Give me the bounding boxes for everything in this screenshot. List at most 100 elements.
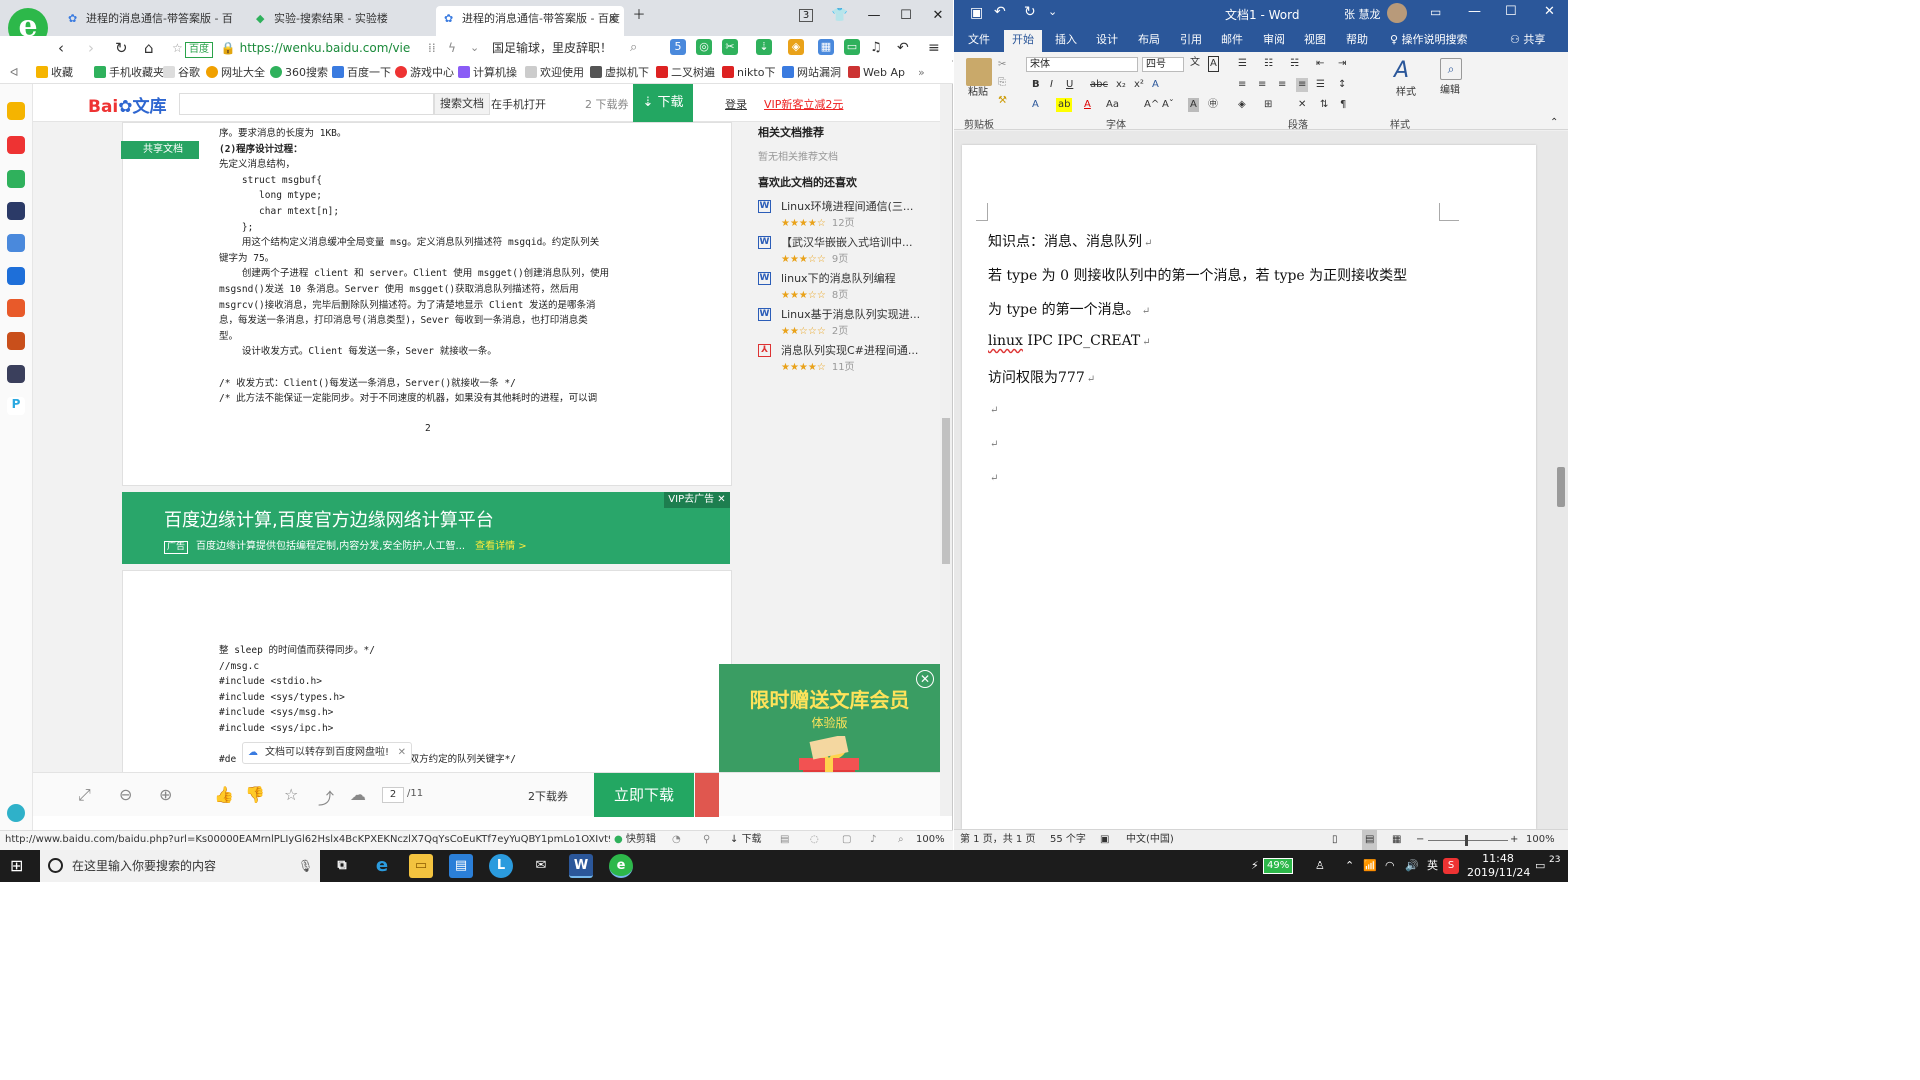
vip-offer-link[interactable]: VIP新客立减2元 — [764, 96, 843, 112]
fullscreen-icon[interactable]: ⤢ — [78, 785, 91, 805]
strikethrough-icon[interactable]: abc — [1090, 78, 1108, 92]
page-count[interactable]: 第 1 页，共 1 页 — [960, 830, 1035, 850]
shirt-icon[interactable]: 👕 — [826, 4, 854, 28]
zoom-in-icon[interactable]: + — [1510, 830, 1518, 850]
battery-indicator[interactable]: 49% — [1263, 858, 1294, 874]
zoom-in-icon[interactable]: ⊕ — [159, 785, 172, 804]
recommend-title[interactable]: 【武汉华嵌嵌入式培训中... — [781, 234, 931, 250]
favorites-icon[interactable] — [7, 102, 25, 120]
doc-line-1[interactable]: 知识点：消息、消息队列 ↵ — [988, 231, 1152, 251]
enclose-char-icon[interactable]: ㊥ — [1208, 98, 1218, 112]
tab-view[interactable]: 视图 — [1304, 32, 1326, 48]
task-view-icon[interactable]: ⧉ — [330, 854, 354, 878]
browser-scrollbar[interactable] — [940, 84, 952, 816]
pin-icon[interactable]: ⚲ — [703, 831, 710, 849]
bookmark-10[interactable]: 二叉树遍 — [656, 65, 715, 81]
show-marks-icon[interactable]: ¶ — [1340, 98, 1346, 112]
char-border-icon[interactable]: A — [1208, 56, 1219, 72]
collapse-ribbon-icon[interactable]: ⌃ — [1550, 116, 1558, 130]
read-mode-icon[interactable]: ▯ — [1332, 830, 1338, 850]
microphone-icon[interactable]: 🎙 — [298, 850, 313, 882]
shading-icon[interactable]: ◈ — [1238, 98, 1246, 112]
mail-icon[interactable] — [7, 170, 25, 188]
chinese-layout-icon[interactable]: ✕ — [1298, 98, 1306, 112]
tab-count-badge[interactable]: 3 — [792, 4, 820, 28]
change-case-icon[interactable]: Aa — [1106, 98, 1119, 112]
vip-remove-ad-button[interactable]: VIP去广告 ✕ — [664, 492, 730, 508]
tab-design[interactable]: 设计 — [1096, 32, 1118, 48]
sync-icon[interactable]: ◔ — [672, 831, 681, 849]
bookmark-3[interactable]: 网址大全 — [206, 65, 265, 81]
taskbar-search-box[interactable]: 在这里输入你要搜索的内容 🎙 — [40, 850, 320, 882]
doc-line-3[interactable]: 为 type 的第一个消息。 ↵ — [988, 299, 1150, 319]
phonetic-icon[interactable]: 文 — [1190, 56, 1200, 70]
wenku-logo[interactable]: Bai✿文库 — [88, 92, 167, 117]
network-icon[interactable]: 📶 — [1363, 850, 1377, 882]
tab-wenku-active[interactable]: ✿ 进程的消息通信-带答案版 - 百度 ✕ — [436, 6, 624, 36]
close-tab-icon[interactable]: ✕ — [608, 6, 618, 32]
person-icon[interactable]: ♙ — [1315, 850, 1325, 882]
char-shading-icon[interactable]: A — [1188, 98, 1199, 112]
login-link[interactable]: 登录 — [725, 96, 747, 112]
sort-icon[interactable]: ⇅ — [1320, 98, 1328, 112]
word-taskbar-icon[interactable]: W — [569, 854, 593, 878]
undo-icon[interactable]: ↶ — [994, 4, 1006, 20]
tab-insert[interactable]: 插入 — [1055, 32, 1077, 48]
dropdown-icon[interactable]: ⌄ — [470, 38, 479, 58]
superscript-icon[interactable]: x² — [1134, 78, 1144, 92]
zoom-out-icon[interactable]: − — [1416, 830, 1424, 850]
proofing-icon[interactable]: ▣ — [1100, 830, 1109, 850]
zoom-slider-thumb[interactable] — [1465, 835, 1468, 846]
page-input[interactable]: 2 — [382, 787, 404, 803]
close-window-button[interactable]: ✕ — [924, 4, 952, 28]
sogou-icon[interactable]: S — [1443, 858, 1459, 874]
document-page[interactable]: 知识点：消息、消息队列 ↵ 若 type 为 0 则接收队列中的第一个消息，若 t… — [962, 145, 1536, 829]
clock[interactable]: 11:48 2019/11/24 — [1467, 852, 1530, 880]
tab-review[interactable]: 审阅 — [1263, 32, 1285, 48]
recommend-item[interactable]: W Linux基于消息队列实现进... ★★☆☆☆ 2页 — [758, 306, 933, 340]
print-layout-icon[interactable]: ▤ — [1362, 830, 1378, 850]
bookmark-11[interactable]: nikto下 — [722, 65, 775, 81]
close-window-button[interactable]: ✕ — [1544, 4, 1555, 19]
ime-indicator[interactable]: 英 — [1427, 850, 1438, 882]
red-action-button[interactable] — [695, 773, 719, 817]
thumbs-up-icon[interactable]: 👍 — [214, 785, 234, 804]
status-download[interactable]: ↓ 下载 — [730, 831, 762, 849]
avatar[interactable] — [1387, 3, 1407, 23]
ribbon-options-icon[interactable]: ▭ — [1430, 5, 1441, 19]
apps-icon[interactable]: ▦ — [818, 39, 834, 55]
distributed-icon[interactable]: ☰ — [1316, 78, 1325, 92]
recommend-title[interactable]: Linux环境进程间通信(三... — [781, 198, 931, 214]
tab-help[interactable]: 帮助 — [1346, 32, 1368, 48]
wifi-icon[interactable]: ◠ — [1385, 850, 1395, 882]
paste-label[interactable]: 粘贴 — [968, 86, 988, 100]
maximize-button[interactable]: ☐ — [1505, 4, 1517, 19]
tab-wenku-1[interactable]: ✿ 进程的消息通信-带答案版 - 百度 — [60, 6, 232, 36]
tab-mailings[interactable]: 邮件 — [1221, 32, 1243, 48]
bookmark-9[interactable]: 虚拟机下 — [590, 65, 649, 81]
tab-file[interactable]: 文件 — [968, 32, 990, 48]
borders-icon[interactable]: ⊞ — [1264, 98, 1272, 112]
web-layout-icon[interactable]: ▦ — [1392, 830, 1401, 850]
tab-references[interactable]: 引用 — [1180, 32, 1202, 48]
increase-indent-icon[interactable]: ⇥ — [1338, 57, 1346, 71]
font-name-select[interactable]: 宋体 — [1026, 57, 1138, 72]
word-scrollbar[interactable] — [1554, 131, 1568, 829]
share-button[interactable]: ⚇ 共享 — [1510, 32, 1545, 48]
doc-line-2[interactable]: 若 type 为 0 则接收队列中的第一个消息，若 type 为正则接收类型 — [988, 265, 1407, 285]
recommend-item[interactable]: Wlinux下的消息队列编程 ★★★☆☆ 8页 — [758, 270, 933, 304]
font-color-icon[interactable]: A — [1084, 98, 1091, 112]
app-icon[interactable] — [7, 267, 25, 285]
recommend-title[interactable]: Linux基于消息队列实现进... — [781, 306, 931, 322]
align-left-icon[interactable]: ≡ — [1238, 78, 1246, 92]
multilevel-icon[interactable]: ☵ — [1290, 57, 1299, 71]
close-icon[interactable]: ✕ — [916, 670, 934, 688]
quick-cut-icon[interactable]: ● 快剪辑 — [614, 831, 656, 849]
zoom-slider[interactable] — [1428, 840, 1508, 841]
home-icon[interactable]: ⌂ — [144, 38, 154, 58]
subscript-icon[interactable]: x₂ — [1116, 78, 1126, 92]
game-icon[interactable] — [7, 299, 25, 317]
recommend-title[interactable]: linux下的消息队列编程 — [781, 270, 931, 286]
zoom-icon[interactable]: ⌕ — [898, 831, 904, 849]
mail-icon[interactable]: ✉ — [529, 854, 553, 878]
